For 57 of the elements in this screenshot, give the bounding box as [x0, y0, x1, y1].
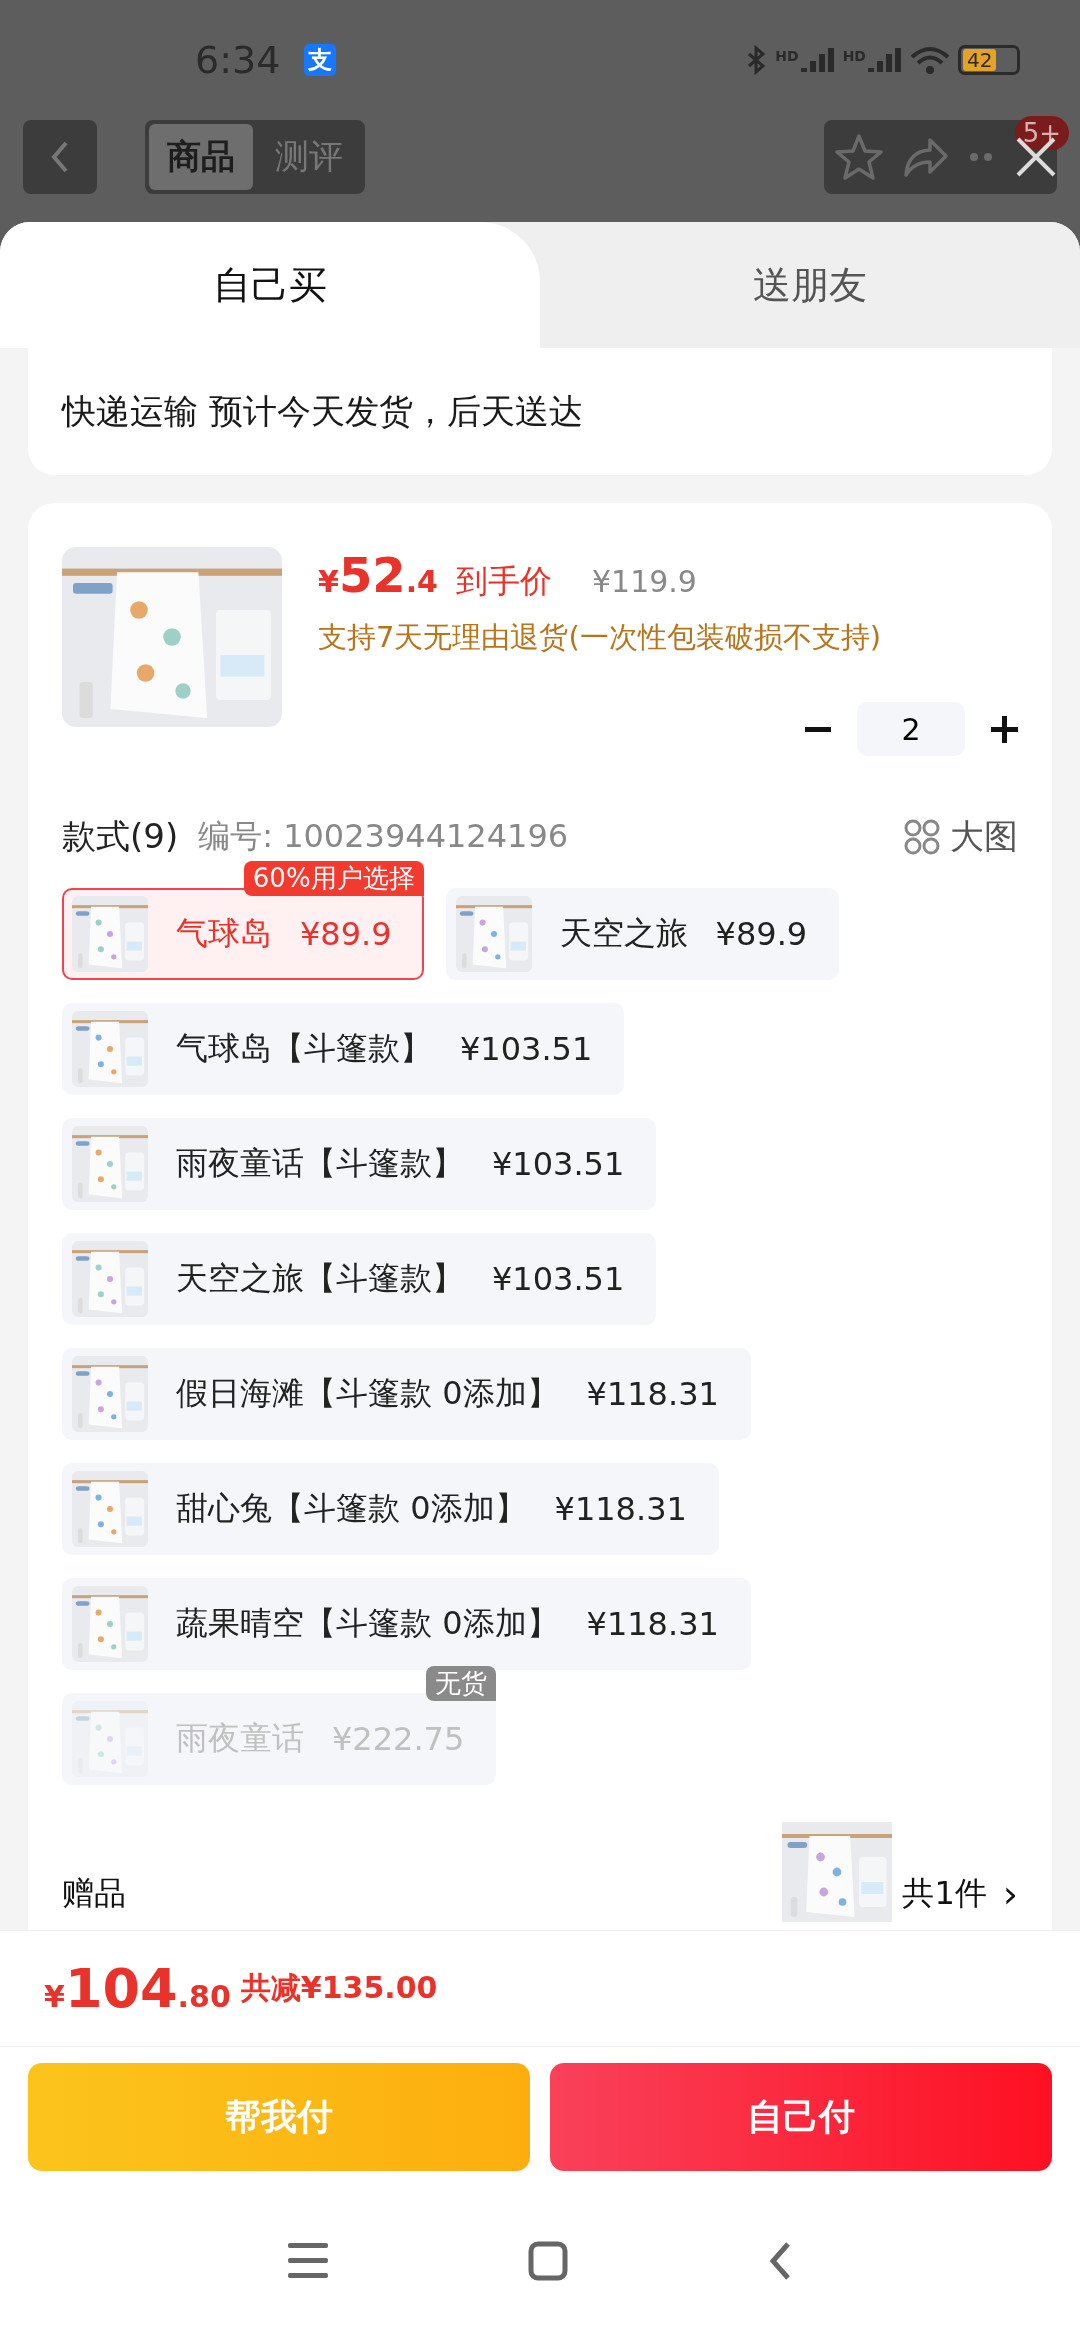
option-price: ¥118.31 — [586, 1375, 719, 1413]
product-code: 编号: 10023944124196 — [198, 816, 569, 857]
style-option[interactable]: 假日海滩【斗篷款 0添加】 ¥118.31 — [62, 1348, 751, 1440]
home-icon[interactable] — [528, 2240, 568, 2281]
style-option[interactable]: 雨夜童话【斗篷款】 ¥103.51 — [62, 1118, 657, 1210]
option-price: ¥103.51 — [460, 1030, 593, 1068]
large-view-toggle[interactable]: 大图 — [904, 814, 1018, 860]
grid-icon — [904, 819, 940, 855]
battery-icon: 42 — [958, 45, 1020, 75]
back-icon[interactable] — [768, 2240, 792, 2281]
app-notification-icon: 支 — [304, 44, 337, 76]
option-name: 雨夜童话 — [176, 1718, 304, 1759]
price-text: ¥52.4 — [318, 547, 438, 603]
total-price: ¥104.80 — [44, 1957, 231, 2020]
option-price: ¥89.9 — [300, 915, 392, 953]
style-option[interactable]: 蔬果晴空【斗篷款 0添加】 ¥118.31 — [62, 1578, 751, 1670]
delivery-text: 快递运输 预计今天发货，后天送达 — [62, 389, 583, 433]
option-name: 蔬果晴空【斗篷款 0添加】 — [176, 1603, 559, 1644]
option-price: ¥118.31 — [586, 1605, 719, 1643]
sheet-tab[interactable]: 自己买 — [0, 222, 540, 348]
quantity-field[interactable]: 2 — [857, 702, 965, 756]
option-price: ¥118.31 — [554, 1490, 687, 1528]
style-option[interactable]: 甜心兔【斗篷款 0添加】 ¥118.31 — [62, 1463, 719, 1555]
style-option[interactable]: 气球岛【斗篷款】 ¥103.51 — [62, 1003, 625, 1095]
gift-count[interactable]: 共1件 — [902, 1872, 987, 1916]
option-tag: 无货 — [426, 1666, 497, 1701]
wifi-icon — [910, 45, 950, 75]
option-name: 天空之旅【斗篷款】 — [176, 1258, 464, 1299]
minus-button[interactable] — [805, 726, 831, 732]
return-policy-text: 支持7天无理由退货(一次性包装破损不支持) — [318, 619, 883, 656]
option-price: ¥89.9 — [715, 915, 808, 953]
option-tag: 60%用户选择 — [243, 861, 424, 896]
sheet-tab[interactable]: 送朋友 — [540, 222, 1080, 348]
option-name: 气球岛【斗篷款】 — [176, 1028, 432, 1069]
bluetooth-icon — [745, 45, 768, 75]
gift-label: 赠品 — [62, 1873, 126, 1914]
option-price: ¥222.75 — [332, 1720, 465, 1758]
option-name: 气球岛 — [176, 913, 272, 954]
style-option[interactable]: 天空之旅【斗篷款】 ¥103.51 — [62, 1233, 657, 1325]
section-title: 款式(9) — [62, 815, 179, 858]
option-name: 假日海滩【斗篷款 0添加】 — [176, 1373, 559, 1414]
plus-button[interactable] — [991, 715, 1018, 743]
notification-badge: 5+ — [1014, 116, 1069, 150]
star-icon[interactable] — [834, 133, 884, 181]
option-name: 雨夜童话【斗篷款】 — [176, 1143, 464, 1184]
option-price: ¥103.51 — [492, 1145, 625, 1183]
option-name: 甜心兔【斗篷款 0添加】 — [176, 1488, 527, 1529]
discount-text: 共减¥135.00 — [240, 1969, 438, 2007]
option-price: ¥103.51 — [492, 1260, 625, 1298]
option-name: 天空之旅 — [559, 913, 688, 954]
menu-icon[interactable] — [288, 2243, 328, 2278]
chevron-icon[interactable]: › — [1002, 1872, 1018, 1916]
back-icon — [50, 140, 70, 174]
original-price: ¥119.9 — [591, 564, 697, 599]
style-option[interactable]: 天空之旅 ¥89.9 — [445, 888, 840, 980]
price-label: 到手价 — [455, 561, 552, 602]
pay-button[interactable]: 自己付 — [550, 2063, 1052, 2171]
